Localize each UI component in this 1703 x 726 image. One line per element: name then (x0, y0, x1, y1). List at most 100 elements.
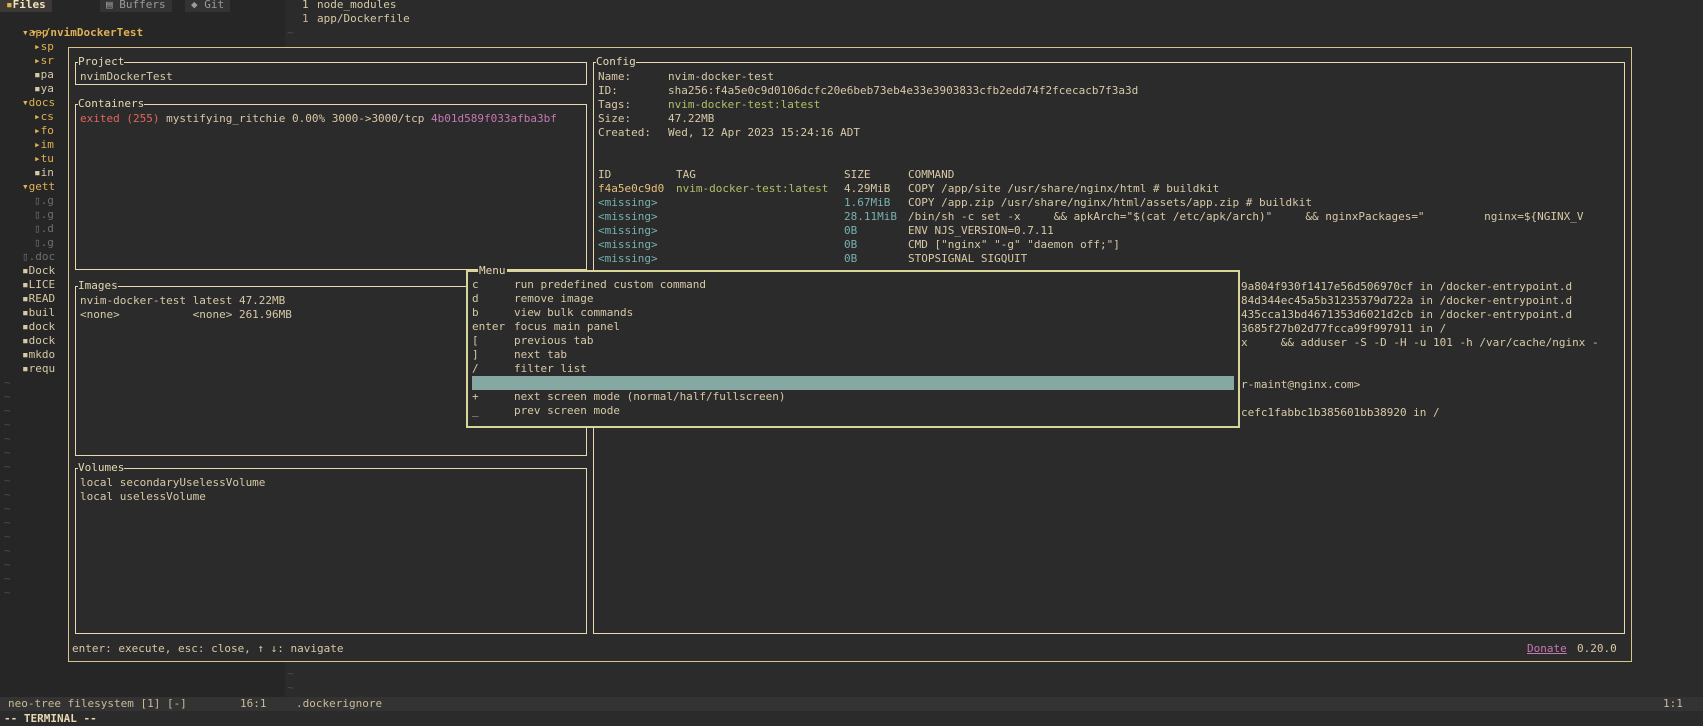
volumes-panel[interactable]: Volumes local secondaryUselessVolume loc… (75, 462, 587, 634)
tree-item-label: dock (28, 320, 56, 333)
tree-item[interactable]: ▪in (34, 166, 54, 180)
container-name: mystifying_ritchie (166, 112, 286, 125)
images-panel-title: Images (78, 279, 118, 292)
menu-item[interactable]: + next screen mode (normal/half/fullscree… (472, 390, 1234, 404)
menu-item-label: view bulk commands (514, 306, 634, 319)
buffer-icon: ▤ (106, 0, 120, 11)
file-icon: ▯ (34, 236, 41, 249)
tab-git[interactable]: ◆ Git (185, 0, 231, 12)
config-field-label: Created: (598, 126, 651, 139)
chevron-right-icon: ▸ (34, 110, 41, 123)
empty-line-marker: ~ (4, 390, 11, 403)
tree-item[interactable]: ▪buil (22, 306, 55, 320)
file-icon: ▪ (34, 166, 41, 179)
tree-item[interactable]: ▪Dock (22, 264, 55, 278)
history-header-cell: TAG (676, 168, 696, 181)
tree-item-label: pa (40, 68, 54, 81)
tree-item[interactable]: ▪requ (22, 362, 55, 376)
image-row[interactable]: <none> <none> 261.96MB (80, 308, 292, 322)
statusline-mode: neo-tree filesystem [1] [-] (8, 697, 187, 710)
tree-item[interactable]: ▸im (34, 138, 54, 152)
image-row[interactable]: nvim-docker-test latest 47.22MB (80, 294, 285, 308)
chevron-down-icon: ▾ (22, 96, 29, 109)
empty-line-marker: ~ (287, 667, 294, 680)
history-cell-tag: nvim-docker-test:latest (676, 182, 829, 195)
file-icon: ▯ (34, 194, 41, 207)
menu-item[interactable]: c run predefined custom command (472, 278, 1234, 292)
tree-item[interactable]: ▯.g (34, 194, 54, 208)
tree-item-label: sr (40, 54, 54, 67)
menu-item[interactable]: / filter list (472, 362, 1234, 376)
history-cell-id: <missing> (598, 252, 658, 265)
menu-popup[interactable]: Menu c run predefined custom command d remo… (466, 264, 1240, 428)
tree-item[interactable]: ▪LICE (22, 278, 55, 292)
config-field: Name: nvim-docker-test (598, 70, 774, 84)
statusline: neo-tree filesystem [1] [-] 16:1 .docker… (0, 697, 1703, 711)
tree-item[interactable]: ▪READ (22, 292, 55, 306)
history-tail-line: 435cca13bd4671353d6021d2cb in /docker-en… (1241, 308, 1573, 321)
tree-item[interactable]: ▸sr (34, 54, 54, 68)
project-panel[interactable]: Project nvimDockerTest (75, 56, 587, 85)
volume-row[interactable]: local secondaryUselessVolume (80, 476, 265, 490)
history-cell-command: ENV NJS_VERSION=0.7.11 (908, 224, 1054, 237)
file-icon: ▪ (22, 278, 29, 291)
history-cell-id: f4a5e0c9d0 (598, 182, 665, 195)
file-icon: ▪ (22, 348, 29, 361)
menu-item[interactable]: enter focus main panel (472, 320, 1234, 334)
tree-item[interactable]: ▾app (22, 26, 49, 40)
tree-item[interactable]: ▸cs (34, 110, 54, 124)
tree-item-label: buil (28, 306, 56, 319)
tree-item-label: .doc (28, 250, 56, 263)
containers-panel[interactable]: Containers exited (255) mystifying_ritch… (75, 98, 587, 270)
tree-item[interactable]: ▪ya (34, 82, 54, 96)
tree-item[interactable]: ▪mkdo (22, 348, 55, 362)
menu-item[interactable]: [previous tab (472, 334, 1234, 348)
tree-item[interactable]: ▪dock (22, 320, 55, 334)
tree-root[interactable]: ▾ ~/nvimDockerTest (4, 12, 144, 39)
tree-item[interactable]: ▸fo (34, 124, 54, 138)
file-buffer[interactable]: 1 node_modules 1 app/Dockerfile ~ (287, 0, 1703, 40)
donate-link[interactable]: Donate (1527, 642, 1567, 656)
tree-item[interactable]: ▪dock (22, 334, 55, 348)
empty-line-marker: ~ (4, 404, 11, 417)
tree-item-label: requ (28, 362, 56, 375)
config-field-label: Name: (598, 70, 632, 83)
version-label: 0.20.0 (1577, 642, 1617, 655)
tree-item[interactable]: ▯.g (34, 208, 54, 222)
container-row[interactable]: exited (255) mystifying_ritchie 0.00% 30… (80, 112, 557, 126)
containers-panel-title: Containers (78, 97, 145, 110)
file-icon: ▯ (34, 222, 41, 235)
tree-item[interactable]: ▯.d (34, 222, 54, 236)
config-field-value: nvim-docker-test (668, 70, 774, 83)
file-icon: ▪ (34, 68, 41, 81)
history-cell-id: <missing> (598, 238, 658, 251)
config-field-label: Size: (598, 112, 632, 125)
menu-item-key: d (472, 292, 479, 305)
line-number: 1 (302, 12, 309, 25)
menu-item[interactable] (472, 376, 1234, 390)
menu-item[interactable]: b view bulk commands (472, 306, 1234, 320)
tab-files[interactable]: ▪Files (0, 0, 52, 12)
chevron-right-icon: ▸ (34, 138, 41, 151)
history-cell-command: /bin/sh -c set -x && apkArch="$(cat /etc… (908, 210, 1584, 223)
menu-item-key: b (472, 306, 479, 319)
tree-item[interactable]: ▯.doc (22, 250, 55, 264)
menu-item[interactable]: ] next tab (472, 348, 1234, 362)
folder-icon: ▪ (6, 0, 13, 11)
empty-line-marker: ~ (4, 488, 11, 501)
menu-item[interactable]: _ prev screen mode (472, 404, 1234, 418)
menu-item[interactable]: d remove image (472, 292, 1234, 306)
tree-item[interactable]: ▸tu (34, 152, 54, 166)
menu-item-key: / (472, 362, 479, 375)
tree-item[interactable]: ▪pa (34, 68, 54, 82)
chevron-down-icon: ▾ (22, 180, 29, 193)
chevron-right-icon: ▸ (34, 54, 41, 67)
tree-item[interactable]: ▾docs (22, 96, 55, 110)
config-panel-title: Config (596, 55, 636, 68)
tree-item[interactable]: ▸sp (34, 40, 54, 54)
tree-item[interactable]: ▯.g (34, 236, 54, 250)
volume-row[interactable]: local uselessVolume (80, 490, 206, 504)
tab-buffers[interactable]: ▤ Buffers (100, 0, 172, 12)
tree-item[interactable]: ▾gett (22, 180, 55, 194)
tree-item-label: LICE (28, 278, 56, 291)
